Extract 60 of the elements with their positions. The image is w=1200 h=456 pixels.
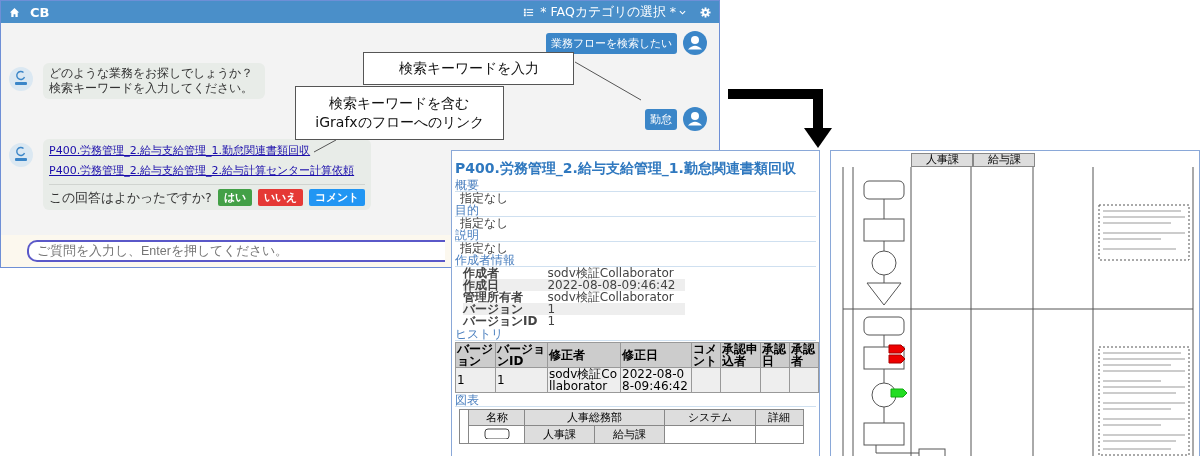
column-header: 修正日	[620, 342, 692, 368]
column-header: 修正者	[547, 342, 621, 368]
feedback-question: この回答はよかったですか?	[49, 190, 212, 205]
table-cell: 1	[547, 315, 686, 327]
column-header: 人事総務部	[524, 409, 665, 426]
column-header: システム	[664, 409, 756, 426]
column-header: バージョンID	[495, 342, 548, 368]
leader-line	[574, 61, 642, 101]
section-heading: 目的	[455, 204, 816, 217]
section-heading: 図表	[455, 394, 816, 407]
callout-box: 検索キーワードを含む iGrafxのフローへのリンク	[295, 86, 504, 140]
bot-message: どのような業務をお探しでしょうか？検索キーワードを入力してください。	[43, 63, 265, 99]
chevron-down-icon	[679, 8, 686, 16]
user-avatar-icon	[683, 31, 707, 55]
table-cell: 1	[547, 303, 686, 315]
category-select[interactable]: * FAQカテゴリの選択 *	[540, 3, 686, 21]
section-heading: ヒストリ	[455, 328, 816, 341]
column-header: 承認者	[789, 342, 819, 368]
table-cell: sodv検証Collaborator	[547, 267, 686, 279]
home-icon[interactable]	[9, 6, 20, 18]
flow-link[interactable]: P400.労務管理_2.給与支給管理_1.勤怠関連書類回収	[49, 144, 365, 157]
user-message: 勤怠	[645, 108, 677, 130]
section-heading: 作成者情報	[455, 254, 816, 267]
column-header: 承認日	[760, 342, 790, 368]
column-header: バージョン	[455, 342, 496, 368]
feedback-button[interactable]: コメント	[308, 189, 365, 206]
bot-avatar-icon	[9, 143, 33, 167]
document-title: P400.労務管理_2.給与支給管理_1.勤怠関連書類回収	[455, 159, 797, 177]
table-cell: 作成者	[463, 267, 548, 279]
section-text: 指定なし	[460, 242, 508, 254]
question-input-field[interactable]: ご質問を入力し、Enterを押してください。	[27, 240, 445, 262]
leader-line	[313, 139, 337, 153]
column-header: 承認申込者	[720, 342, 761, 368]
feedback-button[interactable]: はい	[217, 189, 252, 206]
table-cell: 2022-08-08-09:46:42	[547, 279, 686, 291]
app-title: CB	[30, 4, 50, 20]
section-text: 指定なし	[460, 217, 509, 229]
callout-box: 検索キーワードを入力	[363, 52, 574, 85]
flow-link[interactable]: P400.労務管理_2.給与支給管理_2.給与計算センター計算依頼	[49, 164, 365, 177]
user-avatar-icon	[683, 107, 707, 131]
column-header: 給与課	[973, 153, 1035, 167]
column-header: 名称	[468, 409, 525, 426]
column-header: 詳細	[755, 409, 804, 426]
user-message: 業務フローを検索したい	[546, 32, 677, 54]
bot-avatar-icon	[9, 67, 33, 91]
section-heading: 説明	[455, 229, 816, 242]
column-header: 人事課	[911, 153, 973, 167]
table-cell: 管理所有者	[463, 291, 548, 303]
section-text: 指定なし	[459, 192, 509, 204]
table-cell: バージョンID	[463, 315, 548, 327]
settings-icon[interactable]	[700, 6, 711, 18]
start-node-icon	[483, 427, 510, 439]
table-cell: バージョン	[463, 303, 548, 315]
column-header: コメント	[691, 342, 721, 368]
feedback-button[interactable]: いいえ	[257, 189, 303, 206]
table-cell: 1	[455, 367, 496, 393]
section-heading: 概要	[455, 179, 816, 192]
table-cell: sodv検証Collaborator	[547, 291, 686, 303]
table-cell: 作成日	[463, 279, 548, 291]
list-icon	[523, 6, 535, 18]
